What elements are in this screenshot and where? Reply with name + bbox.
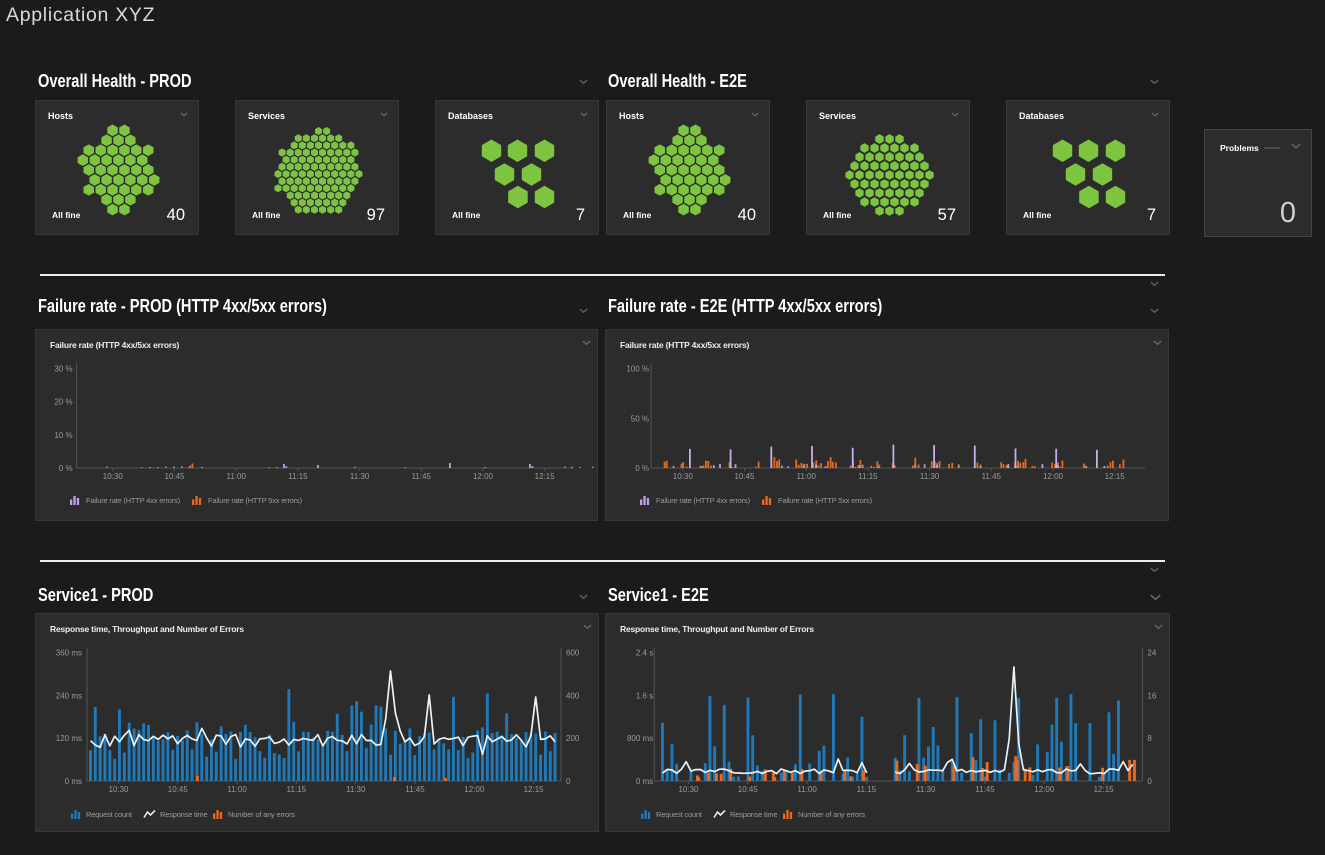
svg-text:11:30: 11:30	[346, 785, 366, 794]
svg-text:0 ms: 0 ms	[65, 777, 82, 786]
svg-text:10:45: 10:45	[734, 472, 755, 481]
svg-text:24: 24	[1147, 649, 1156, 658]
svg-text:120 ms: 120 ms	[56, 734, 82, 743]
svg-text:11:45: 11:45	[405, 785, 425, 794]
svg-text:12:00: 12:00	[1034, 785, 1055, 794]
svg-text:20 %: 20 %	[54, 398, 72, 407]
svg-text:10:30: 10:30	[108, 785, 129, 794]
svg-text:11:00: 11:00	[226, 472, 246, 481]
svg-text:240 ms: 240 ms	[56, 691, 82, 700]
svg-text:0 %: 0 %	[59, 464, 73, 473]
svg-text:11:15: 11:15	[288, 472, 308, 481]
svg-text:8: 8	[1147, 734, 1152, 743]
svg-text:30 %: 30 %	[54, 365, 72, 374]
svg-text:0 %: 0 %	[635, 464, 649, 473]
svg-text:10:30: 10:30	[103, 472, 124, 481]
svg-text:11:45: 11:45	[982, 472, 1002, 481]
svg-text:11:00: 11:00	[227, 785, 247, 794]
svg-text:12:00: 12:00	[464, 785, 485, 794]
svg-text:2.4 s: 2.4 s	[636, 649, 653, 658]
svg-text:10:45: 10:45	[738, 785, 759, 794]
svg-text:10:45: 10:45	[168, 785, 189, 794]
svg-text:12:00: 12:00	[1043, 472, 1064, 481]
svg-text:1.6 s: 1.6 s	[636, 691, 653, 700]
svg-text:50 %: 50 %	[631, 414, 649, 423]
svg-text:10 %: 10 %	[54, 431, 72, 440]
svg-text:11:15: 11:15	[857, 785, 877, 794]
svg-text:12:15: 12:15	[1105, 472, 1126, 481]
svg-text:10:45: 10:45	[164, 472, 185, 481]
svg-text:800 ms: 800 ms	[627, 734, 653, 743]
svg-text:0 ms: 0 ms	[636, 777, 653, 786]
svg-text:11:00: 11:00	[797, 785, 817, 794]
svg-text:11:15: 11:15	[858, 472, 878, 481]
svg-text:11:30: 11:30	[916, 785, 936, 794]
svg-text:360 ms: 360 ms	[56, 649, 82, 658]
svg-text:0: 0	[1147, 777, 1152, 786]
svg-text:200: 200	[566, 734, 580, 743]
svg-text:0: 0	[566, 777, 571, 786]
svg-text:11:15: 11:15	[287, 785, 307, 794]
svg-text:16: 16	[1147, 691, 1156, 700]
svg-text:11:30: 11:30	[350, 472, 370, 481]
svg-text:11:45: 11:45	[412, 472, 432, 481]
svg-text:12:15: 12:15	[535, 472, 556, 481]
svg-text:10:30: 10:30	[673, 472, 694, 481]
svg-text:12:15: 12:15	[1094, 785, 1115, 794]
svg-text:12:00: 12:00	[473, 472, 494, 481]
svg-text:100 %: 100 %	[626, 365, 649, 374]
svg-text:11:30: 11:30	[920, 472, 940, 481]
svg-text:12:15: 12:15	[524, 785, 545, 794]
svg-text:400: 400	[566, 691, 580, 700]
svg-text:11:00: 11:00	[796, 472, 816, 481]
svg-text:11:45: 11:45	[975, 785, 995, 794]
svg-text:600: 600	[566, 649, 580, 658]
svg-text:10:30: 10:30	[678, 785, 699, 794]
